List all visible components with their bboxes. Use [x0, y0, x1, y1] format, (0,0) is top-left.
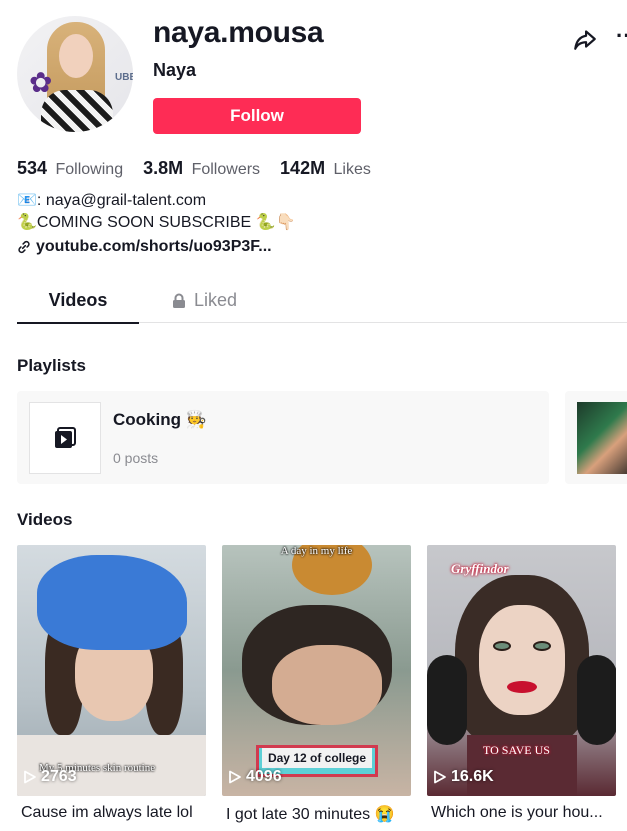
video-banner-text: Day 12 of college [262, 748, 372, 768]
tab-liked[interactable]: Liked [172, 290, 237, 311]
video-overlay-text-bottom: TO SAVE US [483, 743, 550, 757]
following-count: 534 [17, 158, 48, 178]
followers-label: Followers [191, 161, 261, 178]
leaf-logo-icon: ✿ [29, 67, 53, 98]
playlist-title: Cooking 🧑‍🍳 [113, 410, 207, 429]
lock-icon [173, 293, 185, 308]
playlist-thumbnail [29, 402, 101, 474]
bio-line-announcement: 🐍COMING SOON SUBSCRIBE 🐍👇🏻 [17, 214, 296, 231]
video-art [272, 645, 382, 725]
video-overlay-text: Gryffindor [451, 561, 509, 576]
likes-stat: 142M Likes [280, 158, 371, 179]
profile-stats: 534 Following 3.8M Followers 142M Likes [17, 158, 371, 179]
video-art [577, 655, 616, 745]
video-card-1[interactable]: My 5 minutes skin routine 2763 [17, 545, 206, 796]
followers-stat[interactable]: 3.8M Followers [143, 158, 260, 179]
video-art [507, 681, 537, 693]
more-options-icon[interactable]: ·· [616, 25, 627, 47]
video-card-3[interactable]: Gryffindor TO SAVE US 16.6K [427, 545, 616, 796]
tab-videos[interactable]: Videos [17, 290, 139, 324]
avatar-badge-text: UBER [115, 72, 133, 83]
playlist-post-count: 0 posts [113, 450, 159, 466]
video-views-text: 4096 [246, 768, 282, 785]
video-caption[interactable]: Cause im always late lol [21, 804, 210, 822]
tab-liked-label: Liked [194, 290, 238, 310]
play-icon [434, 770, 446, 784]
video-view-count: 4096 [228, 768, 282, 786]
playlist-card[interactable]: Cooking 🧑‍🍳 0 posts [17, 391, 549, 484]
playlist-thumbnail-partial [577, 402, 627, 474]
playlist-icon [55, 427, 76, 448]
video-caption[interactable]: I got late 30 minutes 😭 [226, 804, 415, 824]
video-view-count: 2763 [23, 768, 77, 786]
video-art [479, 605, 565, 715]
likes-label: Likes [333, 161, 371, 178]
video-art [427, 655, 467, 745]
username: naya.mousa [153, 16, 324, 49]
play-icon [24, 770, 36, 784]
bio-line-email: 📧: naya@grail-talent.com [17, 192, 207, 209]
video-view-count: 16.6K [433, 768, 494, 786]
video-overlay-text: A day in my life [280, 545, 353, 557]
play-icon [229, 770, 241, 784]
playlists-heading: Playlists [17, 356, 86, 375]
followers-count: 3.8M [143, 158, 184, 178]
video-views-text: 16.6K [451, 768, 494, 785]
bio: 📧: naya@grail-talent.com 🐍COMING SOON SU… [17, 190, 295, 234]
videos-heading: Videos [17, 510, 73, 529]
nickname: Naya [153, 60, 197, 80]
video-card-2[interactable]: A day in my life Day 12 of college 4096 [222, 545, 411, 796]
bio-link[interactable]: youtube.com/shorts/uo93P3F... [17, 238, 272, 256]
video-art [533, 641, 551, 651]
likes-count: 142M [280, 158, 326, 178]
share-icon[interactable] [572, 26, 598, 52]
bio-link-text: youtube.com/shorts/uo93P3F... [36, 238, 272, 255]
follow-button[interactable]: Follow [153, 98, 361, 134]
following-label: Following [55, 161, 124, 178]
link-icon [18, 240, 30, 254]
avatar-face [59, 34, 93, 78]
video-art [37, 555, 187, 650]
playlist-card-partial[interactable] [565, 391, 627, 484]
following-stat[interactable]: 534 Following [17, 158, 123, 179]
video-art [493, 641, 511, 651]
avatar[interactable]: ✿ UBER [17, 16, 133, 132]
profile-tabs: Videos Liked [17, 280, 627, 324]
video-views-text: 2763 [41, 768, 77, 785]
video-caption[interactable]: Which one is your hou... [431, 804, 620, 822]
